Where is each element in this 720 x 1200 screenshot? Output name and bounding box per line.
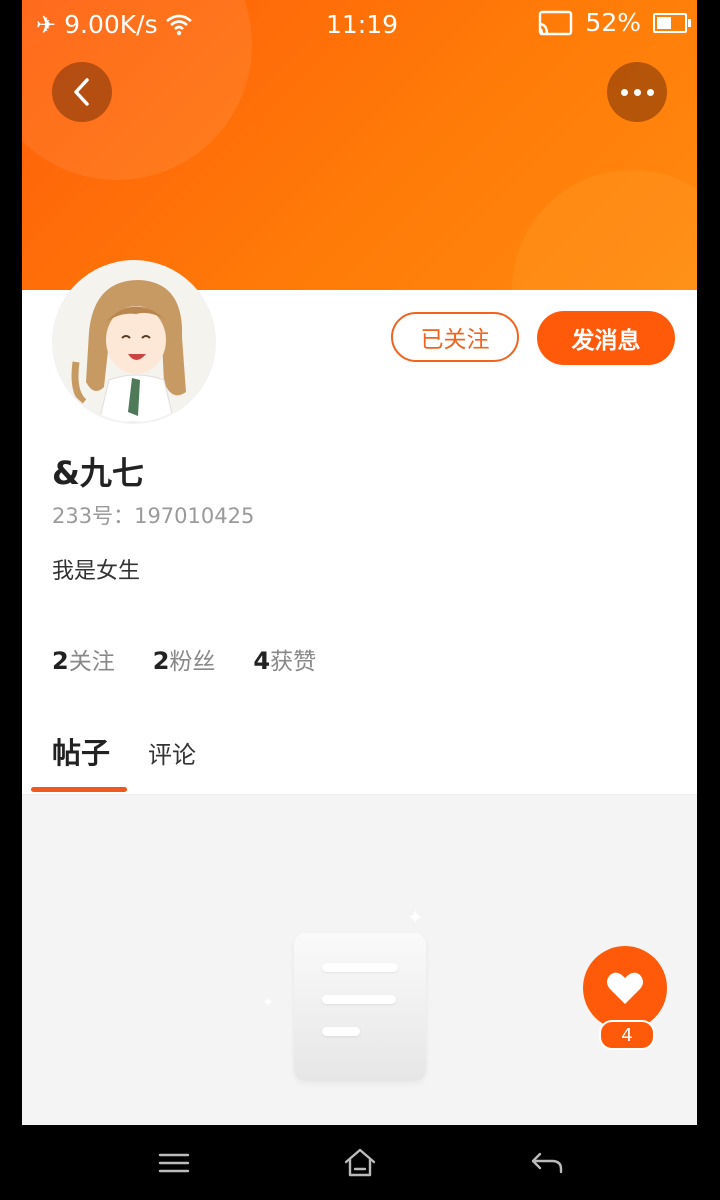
clock: 11:19	[326, 10, 399, 39]
avatar[interactable]	[54, 262, 214, 422]
profile-stats: 2关注 2粉丝 4获赞	[52, 642, 316, 676]
battery-percent: 52%	[585, 8, 641, 37]
profile-name: &九七	[52, 454, 144, 492]
more-options-button[interactable]	[607, 62, 667, 122]
back-button[interactable]	[52, 62, 112, 122]
status-left: ✈ 9.00K/s	[36, 10, 192, 39]
stat-count: 2	[152, 647, 170, 675]
stat-label: 获赞	[270, 649, 317, 675]
sparkle-icon: ✦	[262, 995, 274, 1011]
chevron-left-icon	[74, 78, 89, 106]
menu-icon	[158, 1153, 190, 1173]
battery-fill	[657, 16, 671, 29]
stat-label: 关注	[68, 649, 115, 675]
stat-count: 2	[52, 647, 69, 675]
tab-posts[interactable]: 帖子	[52, 730, 110, 772]
sparkle-icon: ✦	[407, 905, 424, 929]
following-button[interactable]: 已关注	[391, 312, 519, 362]
send-message-button[interactable]: 发消息	[537, 311, 675, 365]
profile-id: 233号：197010425	[52, 504, 255, 528]
airplane-icon: ✈	[36, 10, 57, 39]
active-tab-indicator	[31, 787, 127, 792]
more-dots-icon	[620, 88, 654, 96]
battery-icon	[653, 12, 691, 33]
stat-followers[interactable]: 2粉丝	[153, 642, 216, 676]
status-right: 52%	[537, 8, 691, 37]
heart-icon	[607, 972, 643, 1004]
profile-screen: ✈ 9.00K/s 11:19 52% 已关注 发消息 &九七 233号：197…	[22, 0, 697, 1125]
profile-bio: 我是女生	[52, 559, 141, 584]
profile-tabs: 帖子 评论	[52, 730, 196, 772]
empty-document-icon	[294, 933, 426, 1081]
back-nav-button[interactable]	[522, 1143, 572, 1183]
wifi-icon	[165, 14, 192, 35]
stat-count: 4	[253, 647, 271, 675]
avatar-illustration	[54, 262, 214, 422]
system-nav-bar	[0, 1125, 720, 1200]
network-speed: 9.00K/s	[64, 10, 158, 39]
stat-likes: 4获赞	[253, 642, 316, 676]
menu-button[interactable]	[149, 1143, 199, 1183]
like-count-badge: 4	[599, 1020, 655, 1050]
home-icon	[344, 1148, 376, 1177]
profile-header-banner: ✈ 9.00K/s 11:19 52%	[22, 0, 697, 290]
cast-icon	[539, 10, 573, 35]
header-decoration	[512, 170, 697, 290]
status-bar: ✈ 9.00K/s 11:19 52%	[22, 0, 697, 50]
return-icon	[531, 1152, 563, 1174]
stat-following[interactable]: 2关注	[52, 642, 115, 676]
stat-label: 粉丝	[169, 649, 216, 675]
tab-comments[interactable]: 评论	[148, 735, 196, 772]
home-button[interactable]	[335, 1143, 385, 1183]
like-button[interactable]	[583, 946, 667, 1030]
